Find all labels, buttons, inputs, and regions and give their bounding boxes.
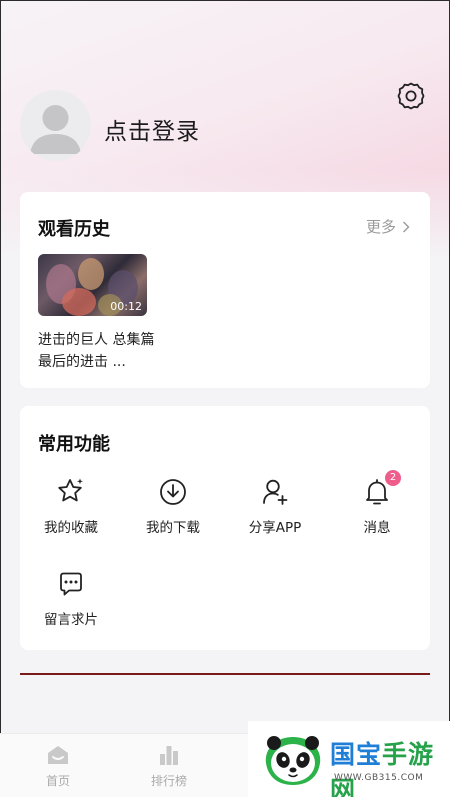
- favorites-label: 我的收藏: [44, 520, 98, 536]
- chevron-right-icon: [403, 221, 410, 232]
- favorites-button[interactable]: 我的收藏: [26, 476, 116, 536]
- home-icon: [48, 746, 68, 764]
- star-icon: [58, 478, 83, 502]
- watermark-brand-part1: 国宝: [330, 740, 383, 769]
- downloads-button[interactable]: 我的下载: [128, 476, 218, 536]
- tab-rankings-label: 排行榜: [150, 774, 187, 788]
- add-user-icon: [263, 479, 288, 505]
- functions-title: 常用功能: [38, 434, 110, 455]
- messages-button[interactable]: 2 消息: [332, 470, 422, 536]
- downloads-label: 我的下载: [146, 520, 200, 536]
- frame-border-left: [0, 0, 1, 797]
- bar-chart-icon: [160, 746, 178, 765]
- gear-icon[interactable]: [396, 81, 426, 111]
- watermark-brand: 国宝手游网: [330, 735, 450, 797]
- download-icon: [160, 479, 186, 505]
- history-title: 观看历史: [38, 219, 110, 240]
- video-thumbnail[interactable]: 00:12: [38, 254, 147, 316]
- avatar[interactable]: [20, 90, 91, 161]
- watch-history-card: 观看历史 更多 00:12 进击的巨人 总集篇 最后的进击 ...: [20, 192, 430, 388]
- more-label: 更多: [365, 218, 396, 236]
- watermark-url: WWW.GB315.COM: [334, 773, 424, 783]
- common-functions-card: 常用功能 我的收藏 我的下载 分享APP 2 消息 留言求片: [20, 406, 430, 650]
- video-title[interactable]: 进击的巨人 总集篇 最后的进击 ...: [38, 329, 158, 373]
- login-button[interactable]: 点击登录: [104, 112, 200, 146]
- request-video-button[interactable]: 留言求片: [26, 568, 116, 628]
- watermark-logo: 国宝手游网 WWW.GB315.COM: [248, 721, 450, 797]
- default-avatar-icon: [30, 105, 81, 154]
- message-icon: [60, 572, 82, 596]
- more-link[interactable]: 更多: [366, 216, 410, 237]
- panda-logo-icon: [265, 736, 321, 785]
- tab-home[interactable]: 首页: [28, 742, 88, 789]
- divider-line: [20, 673, 430, 675]
- messages-label: 消息: [363, 520, 391, 536]
- tab-home-label: 首页: [45, 774, 70, 788]
- share-app-button[interactable]: 分享APP: [230, 476, 320, 536]
- frame-border-top: [0, 0, 450, 1]
- video-duration: 00:12: [110, 300, 142, 313]
- request-video-label: 留言求片: [44, 612, 98, 628]
- share-app-label: 分享APP: [248, 520, 302, 536]
- notification-badge: 2: [385, 470, 401, 486]
- tab-rankings[interactable]: 排行榜: [139, 742, 199, 789]
